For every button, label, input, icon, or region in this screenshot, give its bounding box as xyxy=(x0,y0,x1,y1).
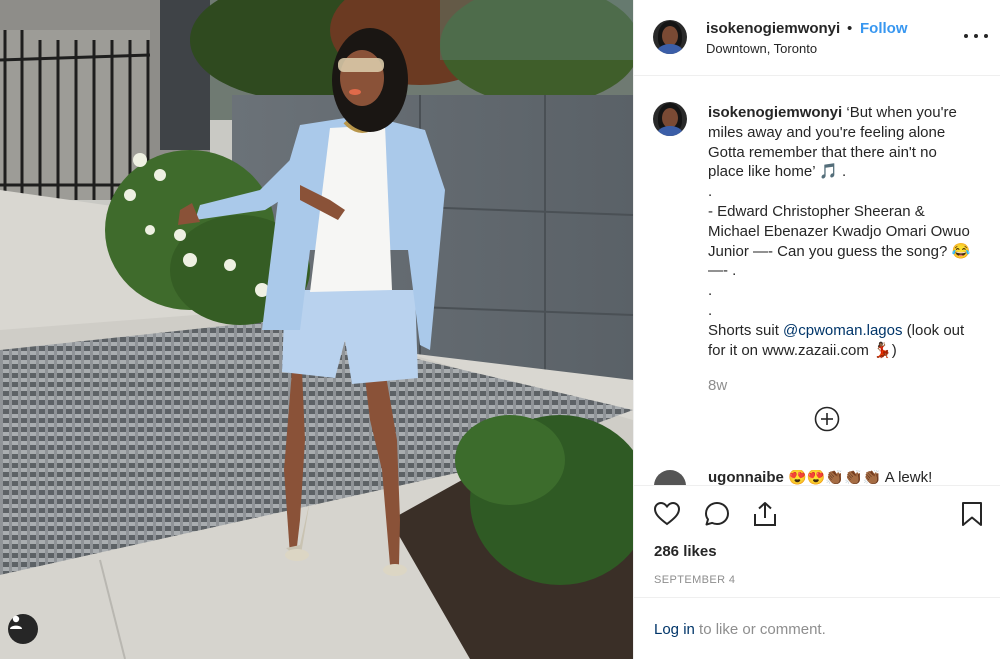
caption-line: ‘But when you're xyxy=(846,104,957,121)
comments-section[interactable]: isokenogiemwonyi ‘But when you're miles … xyxy=(634,76,1000,485)
bookmark-icon[interactable] xyxy=(958,500,986,528)
share-icon[interactable] xyxy=(751,500,779,528)
post-header: isokenogiemwonyi • Follow Downtown, Toro… xyxy=(634,0,1000,76)
post-date: SEPTEMBER 4 xyxy=(654,574,736,586)
login-prompt: Log in to like or comment. xyxy=(634,597,1000,660)
plus-circle-icon[interactable] xyxy=(814,406,840,432)
caption-line: place like home’ 🎵 . xyxy=(708,163,847,181)
commenter-username[interactable]: ugonnaibe xyxy=(708,470,784,485)
post-actions: 286 likes SEPTEMBER 4 xyxy=(634,485,1000,598)
author-username[interactable]: isokenogiemwonyi xyxy=(706,20,840,37)
login-prompt-text: to like or comment. xyxy=(694,621,826,638)
header-separator: • xyxy=(847,20,853,37)
comment-icon[interactable] xyxy=(703,500,731,528)
author-avatar[interactable] xyxy=(653,20,687,54)
comment-text: 😍😍👏🏾👏🏾👏🏾 A lewk! xyxy=(788,470,933,485)
post-side-panel: isokenogiemwonyi • Follow Downtown, Toro… xyxy=(633,0,1000,659)
follow-button[interactable]: Follow xyxy=(860,20,908,37)
caption-line: —- . xyxy=(708,262,737,280)
caption-author-avatar[interactable] xyxy=(653,102,687,136)
post-caption: isokenogiemwonyi ‘But when you're miles … xyxy=(708,103,990,360)
caption-line: . xyxy=(708,282,713,300)
caption-username[interactable]: isokenogiemwonyi xyxy=(708,104,842,121)
heart-icon[interactable] xyxy=(653,500,681,528)
caption-line: for it on www.zazaii.com 💃🏾) xyxy=(708,341,897,359)
caption-line: . xyxy=(708,183,713,201)
user-icon xyxy=(10,615,22,629)
caption-line: . xyxy=(708,301,713,319)
caption-line: Michael Ebenazer Kwadjo Omari Owuo xyxy=(708,222,970,240)
caption-timestamp[interactable]: 8w xyxy=(708,377,727,394)
post-location[interactable]: Downtown, Toronto xyxy=(706,41,817,56)
comment-item: ugonnaibe 😍😍👏🏾👏🏾👏🏾 A lewk! xyxy=(654,470,994,485)
more-options-icon[interactable] xyxy=(964,28,988,44)
photo-illustration xyxy=(0,0,633,659)
caption-line: - Edward Christopher Sheeran & xyxy=(708,202,925,220)
caption-line: Junior —- Can you guess the song? 😂 xyxy=(708,242,971,260)
commenter-avatar[interactable] xyxy=(654,470,686,485)
caption-line: Shorts suit xyxy=(708,321,784,339)
like-count[interactable]: 286 likes xyxy=(654,543,717,560)
login-link[interactable]: Log in xyxy=(654,621,695,638)
caption-line: miles away and you're feeling alone xyxy=(708,123,946,141)
post-photo[interactable] xyxy=(0,0,633,659)
caption-line: Gotta remember that there ain't no xyxy=(708,143,937,161)
mention-link[interactable]: @cpwoman.lagos xyxy=(783,322,902,339)
caption-line: (look out xyxy=(902,321,965,339)
user-tag-button[interactable] xyxy=(8,614,38,644)
